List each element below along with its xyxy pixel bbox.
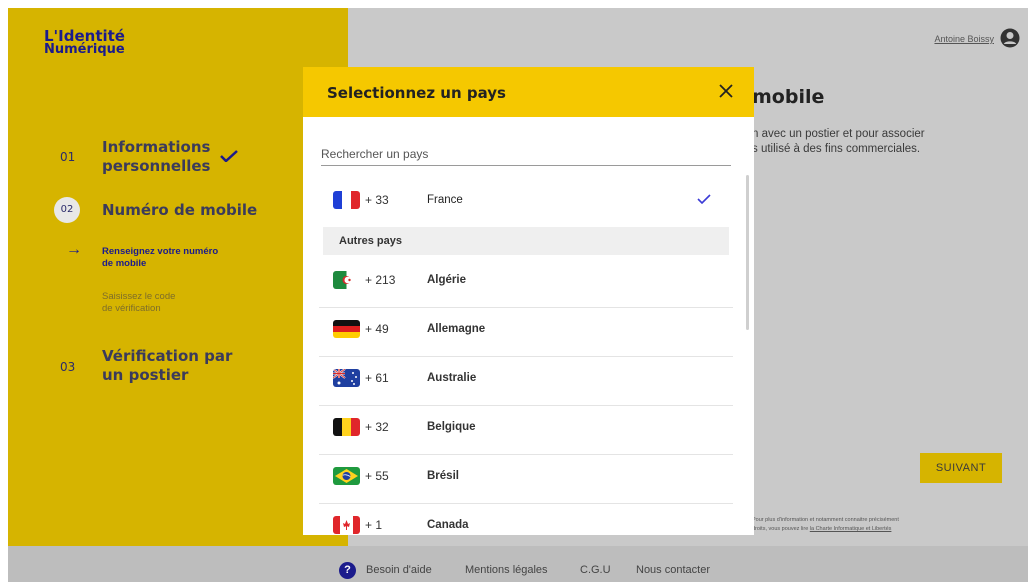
country-name: Brésil [427,470,459,482]
step-3-title: Vérification par un postier [102,347,232,385]
country-code: + 32 [365,420,389,434]
step-1-number: 01 [60,150,76,164]
country-code: + 33 [365,193,389,207]
page-description: n avec un postier et pour associer s uti… [752,127,925,157]
help-icon[interactable]: ? [339,562,356,579]
country-name: Algérie [427,274,466,286]
check-icon [220,150,238,162]
step-2-number: 02 [54,197,80,223]
flag-brazil-icon [333,467,360,485]
country-code: + 1 [365,518,383,532]
selected-check-icon [697,194,711,204]
substep-active[interactable]: Renseignez votre numéro de mobile [102,246,218,270]
sidebar: L'Identité Numérique 01 Informations per… [8,8,348,546]
step-1-title-line2: personnelles [102,157,211,175]
flag-germany-icon [333,320,360,338]
country-item-algeria[interactable]: + 213 Algérie [319,259,733,308]
country-code: + 61 [365,371,389,385]
privacy-note-prefix: droits, vous pouvez lire [752,526,810,532]
country-name: Belgique [427,421,476,433]
flag-france-icon [333,191,360,209]
privacy-charter-link[interactable]: la Charte Informatique et Libertés [810,526,892,532]
substep-active-line2: de mobile [102,258,147,269]
country-code: + 213 [365,273,396,287]
substep-inactive: Saisissez le code de vérification [102,291,175,315]
country-name: France [427,194,463,206]
step-1-title: Informations personnelles [102,138,210,176]
footer-cgu-link[interactable]: C.G.U [580,564,611,576]
country-item-france[interactable]: + 33 France [319,179,733,225]
logo-line2: Numérique [44,42,125,57]
next-button[interactable]: SUIVANT [920,453,1002,483]
privacy-note-line2: droits, vous pouvez lire la Charte Infor… [752,525,899,534]
country-item-australia[interactable]: + 61 Australie [319,357,733,406]
country-search-input[interactable] [321,142,731,166]
country-item-canada[interactable]: + 1 Canada [319,504,733,535]
modal-header: Selectionnez un pays [303,67,754,117]
flag-australia-icon [333,369,360,387]
user-name[interactable]: Antoine Boissy [934,34,994,44]
country-name: Allemagne [427,323,486,335]
arrow-right-icon: → [66,241,82,258]
substep-active-line1: Renseignez votre numéro [102,246,219,257]
modal-title: Selectionnez un pays [327,84,506,102]
close-icon[interactable] [716,81,736,101]
country-item-belgium[interactable]: + 32 Belgique [319,406,733,455]
page-heading: mobile [752,86,825,108]
step-3-title-line2: un postier [102,366,189,384]
flag-algeria-icon [333,271,360,289]
logo[interactable]: L'Identité Numérique [44,29,125,57]
step-2-title: Numéro de mobile [102,201,258,219]
country-list: + 33 France Autres pays + 213 Algérie + … [319,179,733,535]
footer-contact-link[interactable]: Nous contacter [636,564,710,576]
country-code: + 55 [365,469,389,483]
flag-belgium-icon [333,418,360,436]
footer: ? Besoin d'aide Mentions légales C.G.U N… [8,546,1028,582]
page-description-line2: s utilisé à des fins commerciales. [752,143,921,155]
substep-inactive-line1: Saisissez le code [102,291,176,302]
flag-canada-icon [333,516,360,534]
other-countries-label: Autres pays [323,227,729,255]
country-name: Canada [427,519,469,531]
privacy-note: Pour plus d'information et notamment con… [752,516,899,534]
step-3-number: 03 [60,360,76,374]
modal-scrollbar[interactable] [746,175,749,330]
page-description-line1: n avec un postier et pour associer [752,128,925,140]
privacy-note-line1: Pour plus d'information et notamment con… [752,517,899,523]
country-item-germany[interactable]: + 49 Allemagne [319,308,733,357]
country-name: Australie [427,372,477,384]
footer-legal-link[interactable]: Mentions légales [465,564,548,576]
step-3-title-line1: Vérification par [102,347,233,365]
step-1-title-line1: Informations [102,138,211,156]
country-code: + 49 [365,322,389,336]
country-item-brazil[interactable]: + 55 Brésil [319,455,733,504]
footer-help-link[interactable]: Besoin d'aide [366,564,432,576]
user-icon[interactable] [1000,28,1020,48]
substep-inactive-line2: de vérification [102,303,161,314]
country-select-modal: Selectionnez un pays + 33 France Autres … [303,67,754,535]
